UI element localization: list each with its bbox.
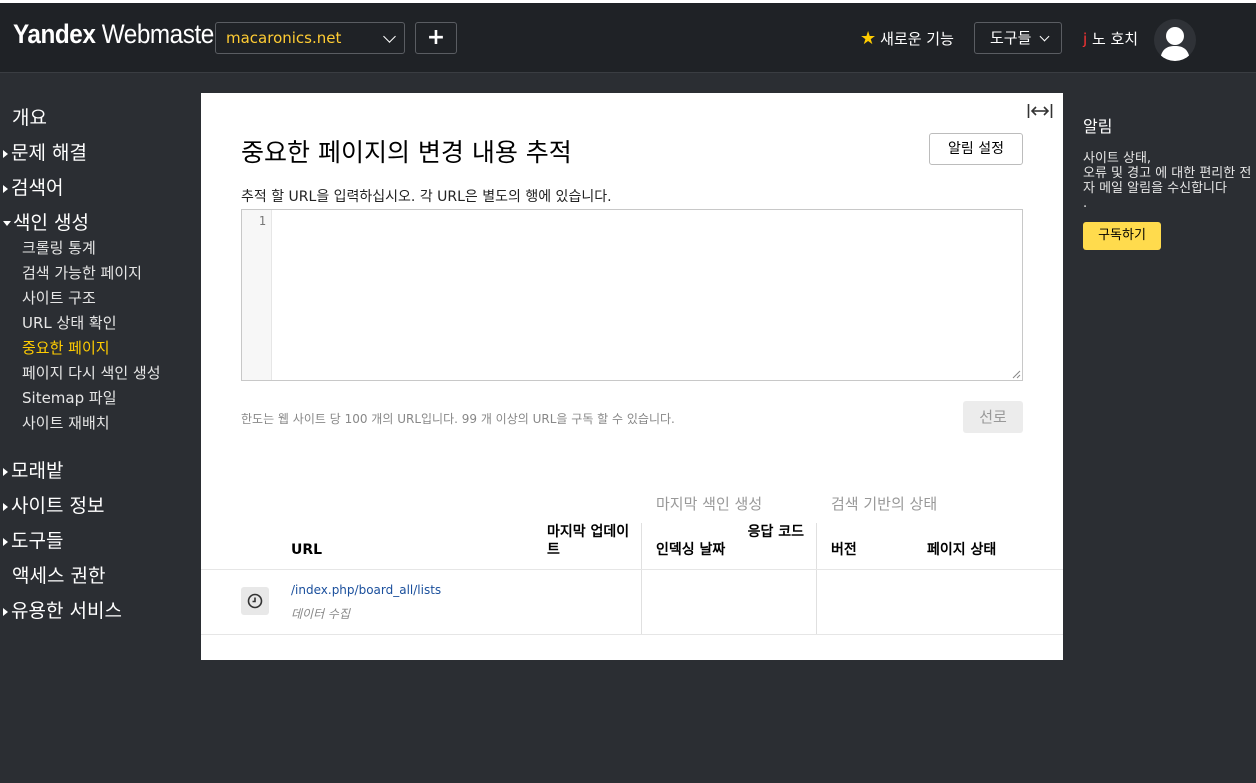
- sidebar-item-label: 사이트 정보: [11, 495, 105, 517]
- resize-grip-icon[interactable]: [1011, 369, 1021, 379]
- column-divider: [816, 523, 817, 634]
- chevron-down-icon: [383, 30, 396, 43]
- subscribe-button[interactable]: 구독하기: [1083, 222, 1161, 250]
- sidebar-item-indexing[interactable]: 색인 생성: [0, 208, 89, 235]
- expand-width-icon[interactable]: [1027, 102, 1053, 120]
- notifications-desc-line: 오류 및 경고 에 대한 편리한 전자 메일 알림을 수신합니다: [1083, 166, 1252, 196]
- site-selector[interactable]: macaronics.net: [215, 22, 405, 54]
- column-header-response-code: 응답 코드: [747, 524, 804, 540]
- user-name-rest: 노 호치: [1087, 30, 1139, 48]
- url-input[interactable]: [273, 210, 1022, 380]
- notifications-description: 사이트 상태, 오류 및 경고 에 대한 편리한 전자 메일 알림을 수신합니다…: [1083, 151, 1255, 211]
- logo[interactable]: Yandex Webmaster: [13, 19, 222, 50]
- tracked-url-link[interactable]: /index.php/board_all/lists: [291, 583, 441, 597]
- caret-right-icon: [3, 502, 8, 511]
- column-header-indexing-date: 인덱싱 날짜: [656, 542, 726, 558]
- new-features-label: 새로운 기능: [880, 30, 954, 48]
- sidebar-item-label: 색인 생성: [13, 212, 89, 234]
- line-gutter: 1: [242, 210, 272, 380]
- add-site-button[interactable]: +: [415, 22, 457, 54]
- avatar[interactable]: [1154, 19, 1196, 61]
- notifications-desc-line: 사이트 상태,: [1083, 151, 1152, 166]
- instructions-text: 추적 할 URL을 입력하십시오. 각 URL은 별도의 행에 있습니다.: [241, 189, 612, 205]
- sidebar-subitem-crawl-stats[interactable]: 크롤링 통계: [22, 237, 96, 258]
- sidebar-item-sandbox[interactable]: 모래밭: [0, 456, 63, 483]
- sidebar-subitem-sitemap[interactable]: Sitemap 파일: [22, 387, 117, 408]
- sidebar-item-label: 모래밭: [11, 460, 64, 482]
- tools-label: 도구들: [990, 29, 1032, 47]
- caret-right-icon: [3, 467, 8, 476]
- notifications-title: 알림: [1083, 117, 1113, 136]
- sidebar-item-search-queries[interactable]: 검색어: [0, 173, 63, 200]
- sidebar-subitem-site-structure[interactable]: 사이트 구조: [22, 287, 96, 308]
- history-button[interactable]: [241, 587, 269, 615]
- tools-menu-button[interactable]: 도구들: [974, 22, 1062, 54]
- sidebar-item-label: 검색어: [11, 177, 64, 199]
- alert-settings-button[interactable]: 알림 설정: [929, 133, 1023, 165]
- sidebar-subitem-site-move[interactable]: 사이트 재배치: [22, 412, 110, 433]
- caret-right-icon: [3, 537, 8, 546]
- site-selector-value: macaronics.net: [226, 29, 342, 47]
- column-divider: [641, 523, 642, 634]
- column-group-search-status: 검색 기반의 상태: [831, 495, 938, 513]
- row-divider: [201, 634, 1063, 635]
- url-editor[interactable]: 1: [241, 209, 1023, 381]
- sidebar-subitem-reindex[interactable]: 페이지 다시 색인 생성: [22, 362, 161, 383]
- sidebar-item-tools[interactable]: 도구들: [0, 526, 63, 553]
- user-silhouette-icon: [1160, 27, 1190, 61]
- caret-down-icon: [3, 221, 11, 226]
- select-button[interactable]: 선로: [963, 401, 1023, 433]
- sidebar-subitem-searchable-pages[interactable]: 검색 가능한 페이지: [22, 262, 142, 283]
- column-header-last-update: 마지막 업데이트: [547, 524, 630, 558]
- tracked-url-status: 데이터 수집: [291, 607, 351, 621]
- caret-right-icon: [3, 184, 8, 193]
- header: Yandex Webmaster macaronics.net + ★ 새로운 기…: [0, 3, 1256, 73]
- new-features-link[interactable]: ★ 새로운 기능: [860, 28, 954, 49]
- sidebar-item-access[interactable]: 액세스 권한: [0, 561, 105, 588]
- page-title: 중요한 페이지의 변경 내용 추적: [241, 138, 572, 167]
- limit-note: 한도는 웹 사이트 당 100 개의 URL입니다. 99 개 이상의 URL을…: [241, 412, 675, 426]
- column-header-url: URL: [291, 542, 323, 558]
- notifications-desc-line: .: [1083, 196, 1088, 211]
- logo-product: Webmaster: [95, 19, 222, 49]
- sidebar-subitem-important-pages[interactable]: 중요한 페이지: [22, 337, 110, 358]
- sidebar-item-label: 유용한 서비스: [11, 600, 122, 622]
- sidebar-item-troubleshooting[interactable]: 문제 해결: [0, 138, 87, 165]
- clock-icon: [247, 593, 263, 609]
- sidebar-item-useful-services[interactable]: 유용한 서비스: [0, 596, 122, 623]
- header-divider: [201, 569, 1063, 570]
- sidebar-item-label: 문제 해결: [11, 142, 87, 164]
- user-name[interactable]: j 노 호치: [1083, 28, 1138, 49]
- line-number: 1: [258, 214, 266, 228]
- column-group-last-indexing: 마지막 색인 생성: [656, 495, 763, 513]
- logo-brand: Yandex: [13, 19, 96, 49]
- column-header-version: 버전: [831, 542, 857, 558]
- sidebar-item-label: 도구들: [11, 530, 64, 552]
- column-header-page-status: 페이지 상태: [927, 542, 997, 558]
- notifications-panel: 알림 사이트 상태, 오류 및 경고 에 대한 편리한 전자 메일 알림을 수신…: [1083, 113, 1253, 250]
- sidebar-subitem-url-status[interactable]: URL 상태 확인: [22, 312, 117, 333]
- sidebar-item-site-info[interactable]: 사이트 정보: [0, 491, 104, 518]
- caret-right-icon: [3, 607, 8, 616]
- star-icon: ★: [860, 28, 877, 49]
- chevron-down-icon: [1039, 31, 1050, 42]
- main-panel: 중요한 페이지의 변경 내용 추적 알림 설정 추적 할 URL을 입력하십시오…: [201, 93, 1063, 660]
- caret-right-icon: [3, 149, 8, 158]
- sidebar-item-overview[interactable]: 개요: [0, 103, 47, 130]
